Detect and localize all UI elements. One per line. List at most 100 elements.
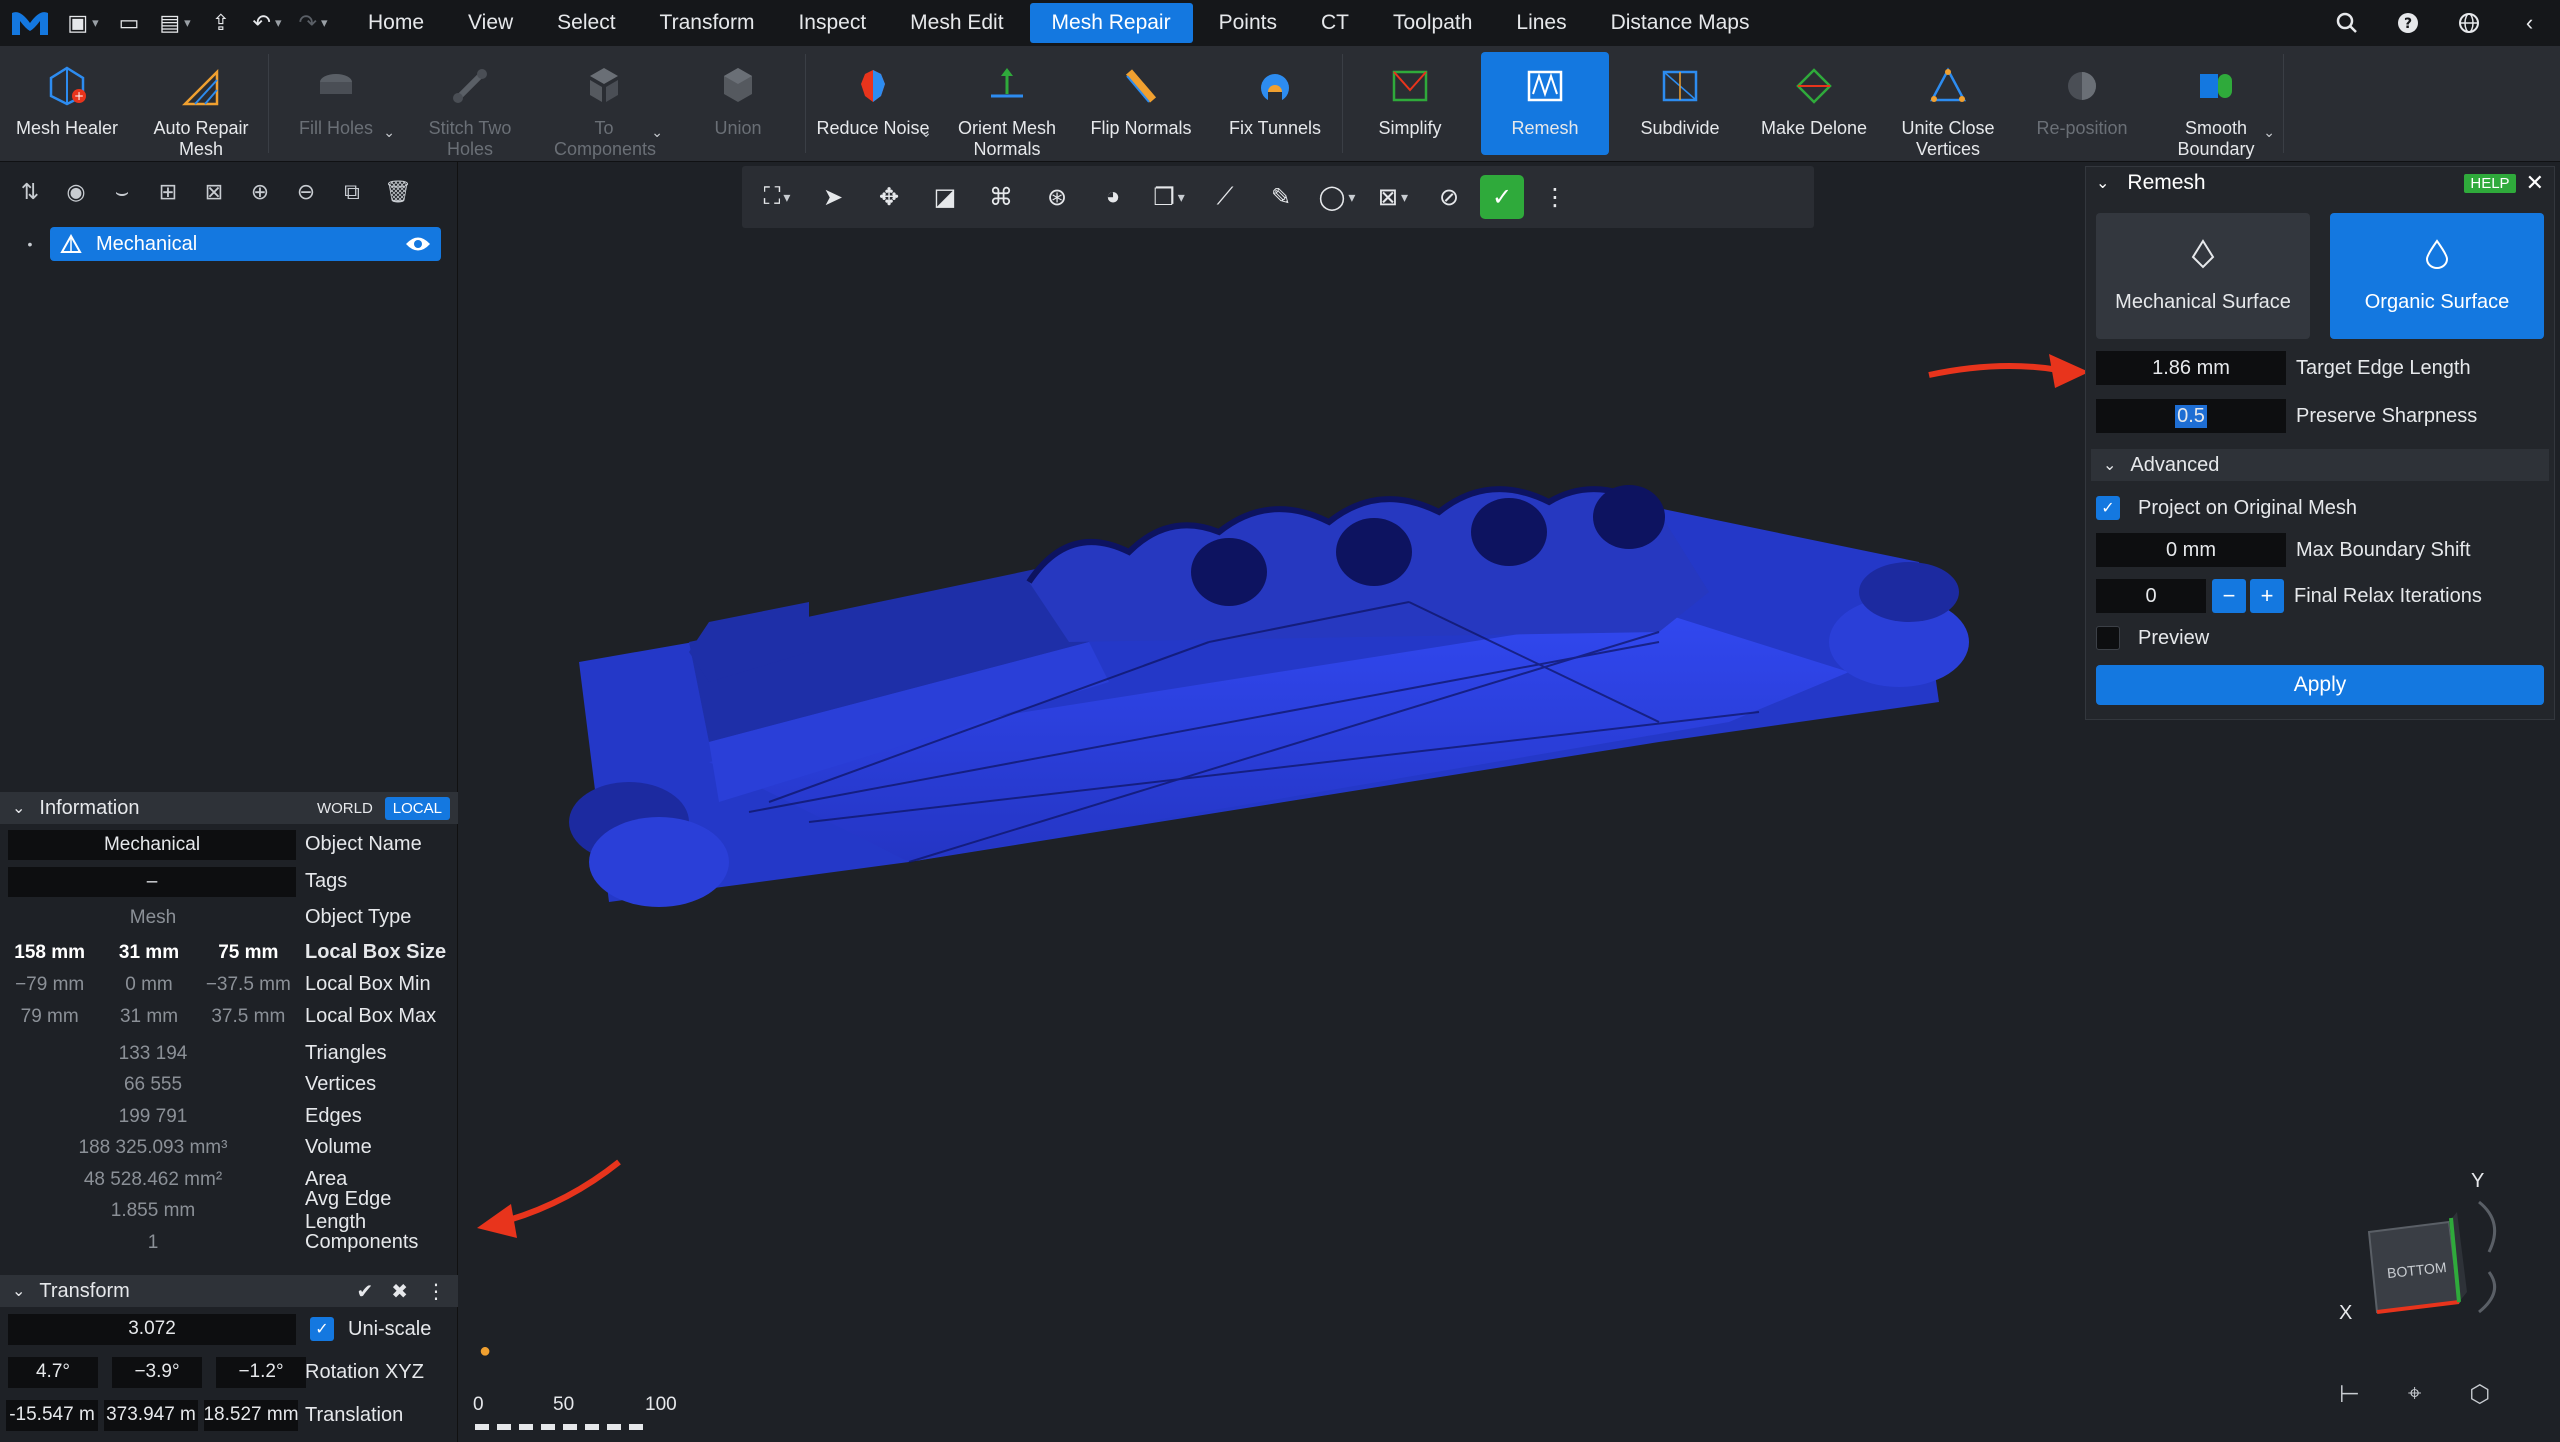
- show-icon[interactable]: ◉: [56, 172, 96, 212]
- uniscale-checkbox[interactable]: ✓: [310, 1317, 334, 1341]
- redo-icon[interactable]: ↷: [290, 0, 336, 46]
- apply-button[interactable]: Apply: [2096, 665, 2544, 705]
- to-components-button[interactable]: To Components ⌄: [537, 46, 671, 161]
- subdivide-button[interactable]: Subdivide: [1613, 46, 1747, 161]
- translation-z-input[interactable]: 18.527 mm: [204, 1399, 298, 1431]
- menu-mesh-edit[interactable]: Mesh Edit: [888, 0, 1025, 46]
- local-toggle[interactable]: LOCAL: [384, 796, 450, 820]
- confirm-check-icon[interactable]: ✔: [356, 1279, 373, 1304]
- translation-x-input[interactable]: -15.547 m: [6, 1399, 98, 1431]
- reset-x-icon[interactable]: ✖: [391, 1279, 408, 1304]
- select-all-icon[interactable]: ⊞: [148, 172, 188, 212]
- decrement-button[interactable]: −: [2212, 579, 2246, 613]
- globe-icon[interactable]: [2438, 0, 2499, 46]
- open-folder-icon[interactable]: ▭: [106, 0, 152, 46]
- max-boundary-shift-input[interactable]: 0 mm: [2096, 533, 2286, 567]
- tags-field[interactable]: –: [8, 866, 296, 897]
- pointer-icon[interactable]: ➤: [808, 172, 858, 222]
- mechanical-surface-button[interactable]: Mechanical Surface: [2096, 213, 2310, 339]
- more-options-icon[interactable]: ⋮: [426, 1279, 446, 1304]
- menu-points[interactable]: Points: [1197, 0, 1299, 46]
- help-icon[interactable]: ?: [2377, 0, 2438, 46]
- camera-center-icon[interactable]: ⌖: [2408, 1380, 2422, 1409]
- stitch-two-holes-button[interactable]: Stitch Two Holes: [403, 46, 537, 161]
- frame-icon[interactable]: ⌘: [976, 172, 1026, 222]
- clip-icon[interactable]: ⟋: [1200, 172, 1250, 222]
- menu-ct[interactable]: CT: [1299, 0, 1371, 46]
- sort-icon[interactable]: ⇅: [10, 172, 50, 212]
- deselect-icon[interactable]: ⊠: [194, 172, 234, 212]
- warning-indicator-icon[interactable]: ●: [479, 1340, 491, 1363]
- unite-close-vertices-button[interactable]: Unite Close Vertices: [1881, 46, 2015, 161]
- fix-tunnels-button[interactable]: Fix Tunnels: [1208, 46, 1342, 161]
- union-button[interactable]: Union: [671, 46, 805, 161]
- help-button[interactable]: HELP: [2464, 173, 2516, 193]
- menu-home[interactable]: Home: [346, 0, 446, 46]
- organic-surface-button[interactable]: Organic Surface: [2330, 213, 2544, 339]
- shading-icon[interactable]: ◕: [1088, 172, 1138, 222]
- collapse-chevron-icon[interactable]: ⌄: [2103, 455, 2116, 475]
- increment-button[interactable]: +: [2250, 579, 2284, 613]
- lasso-icon[interactable]: ◯: [1312, 172, 1362, 222]
- flip-normals-button[interactable]: Flip Normals: [1074, 46, 1208, 161]
- information-header[interactable]: ⌄ Information WORLD LOCAL: [0, 792, 458, 824]
- more-options-icon[interactable]: ⋮: [1530, 172, 1580, 222]
- preserve-sharpness-input[interactable]: 0.5: [2096, 399, 2286, 433]
- undo-icon[interactable]: ↶: [244, 0, 290, 46]
- auto-repair-mesh-button[interactable]: Auto Repair Mesh: [134, 46, 268, 161]
- deselect-icon[interactable]: ⊘: [1424, 172, 1474, 222]
- pick-icon[interactable]: ◪: [920, 172, 970, 222]
- to-components-caret-icon[interactable]: ⌄: [651, 122, 663, 143]
- simplify-button[interactable]: Simplify: [1343, 46, 1477, 161]
- move-up-icon[interactable]: ⊕: [240, 172, 280, 212]
- search-icon[interactable]: [2316, 0, 2377, 46]
- box-view-icon[interactable]: ❐: [1144, 172, 1194, 222]
- view-cube[interactable]: Y X BOTTOM: [2339, 1162, 2519, 1332]
- visibility-eye-icon[interactable]: [405, 235, 431, 253]
- new-file-icon[interactable]: ▣: [60, 0, 106, 46]
- rotate-icon[interactable]: ⊛: [1032, 172, 1082, 222]
- uniscale-input[interactable]: 3.072: [8, 1313, 296, 1345]
- collapse-chevron-icon[interactable]: ⌄: [2096, 173, 2109, 193]
- orient-mesh-normals-button[interactable]: Orient Mesh Normals: [940, 46, 1074, 161]
- object-name-field[interactable]: Mechanical: [8, 829, 296, 860]
- transform-header[interactable]: ⌄ Transform ✔ ✖ ⋮: [0, 1275, 458, 1307]
- final-relax-input[interactable]: 0: [2096, 579, 2206, 613]
- menu-view[interactable]: View: [446, 0, 535, 46]
- menu-mesh-repair[interactable]: Mesh Repair: [1029, 3, 1193, 43]
- preview-checkbox[interactable]: [2096, 626, 2120, 650]
- export-icon[interactable]: ⇪: [198, 0, 244, 46]
- duplicate-icon[interactable]: ⧉: [332, 172, 372, 212]
- make-delone-button[interactable]: Make Delone: [1747, 46, 1881, 161]
- menu-distance-maps[interactable]: Distance Maps: [1589, 0, 1772, 46]
- reduce-noise-caret-icon[interactable]: ⌄: [920, 122, 932, 143]
- translation-y-input[interactable]: 373.947 m: [104, 1399, 198, 1431]
- close-icon[interactable]: ✕: [2526, 170, 2544, 196]
- move-down-icon[interactable]: ⊖: [286, 172, 326, 212]
- rotation-x-input[interactable]: 4.7°: [8, 1356, 98, 1388]
- collapse-chevron-icon[interactable]: ⌄: [12, 798, 25, 818]
- menu-lines[interactable]: Lines: [1494, 0, 1588, 46]
- mesh-healer-button[interactable]: + Mesh Healer: [0, 46, 134, 161]
- target-edge-length-input[interactable]: 1.86 mm: [2096, 351, 2286, 385]
- move-icon[interactable]: ✥: [864, 172, 914, 222]
- reduce-noise-button[interactable]: Reduce Noise ⌄: [806, 46, 940, 161]
- cube-view-icon[interactable]: ⬡: [2469, 1380, 2490, 1409]
- rotation-z-input[interactable]: −1.2°: [216, 1356, 306, 1388]
- menu-select[interactable]: Select: [535, 0, 637, 46]
- rotation-y-input[interactable]: −3.9°: [112, 1356, 202, 1388]
- collapse-chevron-icon[interactable]: ⌄: [12, 1281, 25, 1301]
- project-checkbox[interactable]: ✓: [2096, 496, 2120, 520]
- fill-holes-caret-icon[interactable]: ⌄: [383, 122, 395, 143]
- measure-icon[interactable]: ⊢: [2339, 1380, 2360, 1409]
- advanced-header[interactable]: ⌄ Advanced: [2091, 449, 2549, 481]
- fill-holes-button[interactable]: Fill Holes ⌄: [269, 46, 403, 161]
- smooth-boundary-caret-icon[interactable]: ⌄: [2263, 122, 2275, 143]
- brush-icon[interactable]: ✎: [1256, 172, 1306, 222]
- delete-icon[interactable]: 🗑: [378, 172, 418, 212]
- app-logo-icon[interactable]: [0, 0, 60, 46]
- world-toggle[interactable]: WORLD: [309, 797, 381, 820]
- save-icon[interactable]: ▤: [152, 0, 198, 46]
- menu-inspect[interactable]: Inspect: [776, 0, 888, 46]
- menu-transform[interactable]: Transform: [638, 0, 777, 46]
